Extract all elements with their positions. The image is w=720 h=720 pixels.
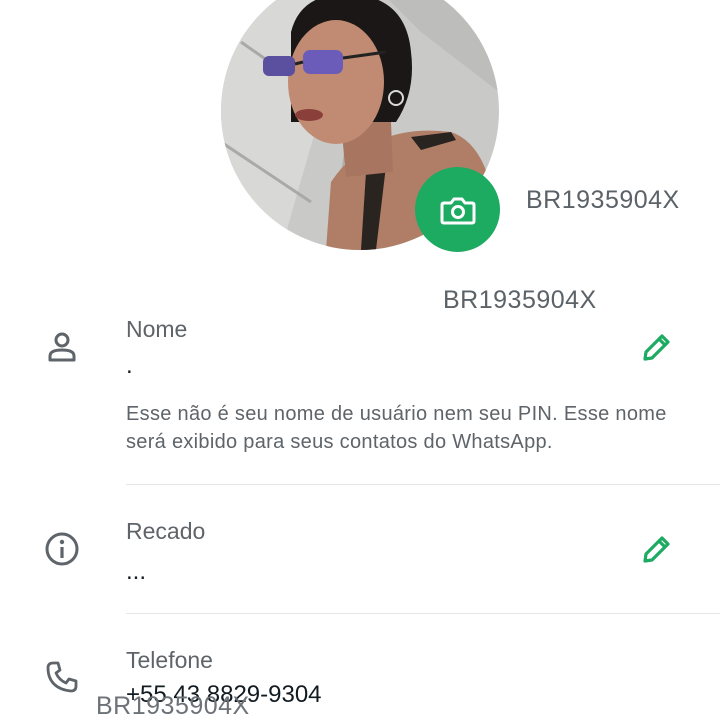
edit-name-button[interactable] [637, 327, 677, 367]
phone-label: Telefone [126, 647, 213, 673]
watermark-text: BR1935904X [443, 286, 597, 314]
change-photo-button[interactable] [415, 167, 500, 252]
edit-about-button[interactable] [637, 529, 677, 569]
name-helper-text: Esse não é seu nome de usuário nem seu P… [126, 403, 667, 453]
watermark-text: BR1935904X [96, 692, 250, 720]
about-value: ... [126, 558, 147, 585]
phone-icon [44, 659, 80, 695]
info-icon [44, 531, 80, 567]
name-label: Nome [126, 316, 188, 342]
pencil-icon [643, 334, 670, 361]
pencil-icon [643, 536, 670, 563]
person-icon [44, 329, 80, 365]
divider [126, 484, 720, 485]
profile-screen: BR1935904X BR1935904X Nome . Esse não é … [0, 0, 720, 720]
watermark-text: BR1935904X [526, 186, 680, 214]
divider [126, 613, 720, 614]
about-label: Recado [126, 518, 206, 544]
camera-icon [440, 197, 475, 224]
name-value: . [126, 352, 133, 379]
